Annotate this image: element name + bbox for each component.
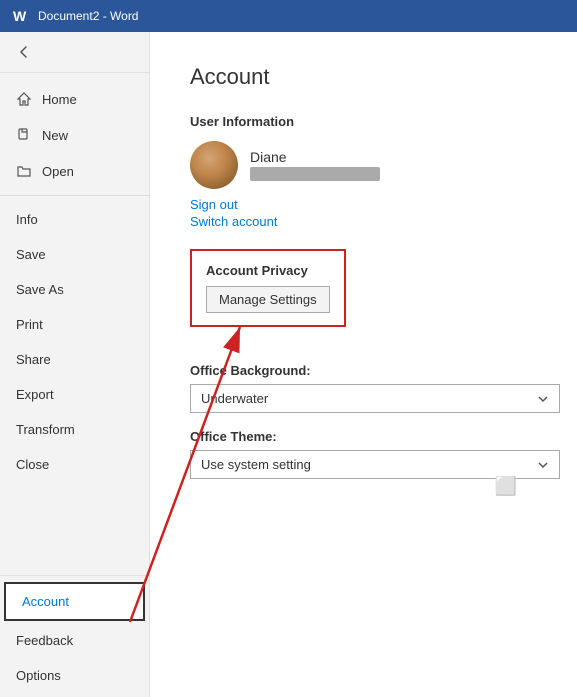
sidebar-item-share[interactable]: Share bbox=[0, 342, 149, 377]
user-info-title: User Information bbox=[190, 114, 537, 129]
sidebar-item-info[interactable]: Info bbox=[0, 202, 149, 237]
export-label: Export bbox=[16, 387, 54, 402]
sidebar-item-options[interactable]: Options bbox=[0, 658, 149, 693]
back-arrow-icon bbox=[16, 44, 32, 60]
new-icon bbox=[16, 127, 32, 143]
open-icon bbox=[16, 163, 32, 179]
sidebar-item-transform[interactable]: Transform bbox=[0, 412, 149, 447]
sidebar-item-feedback[interactable]: Feedback bbox=[0, 623, 149, 658]
account-privacy-box: Account Privacy Manage Settings bbox=[190, 249, 346, 327]
info-label: Info bbox=[16, 212, 38, 227]
office-theme-dropdown[interactable]: Use system setting bbox=[190, 450, 560, 479]
avatar-image bbox=[190, 141, 238, 189]
word-logo-icon: W bbox=[10, 6, 30, 26]
close-label: Close bbox=[16, 457, 49, 472]
user-email-bar bbox=[250, 167, 380, 181]
office-theme-value: Use system setting bbox=[201, 457, 311, 472]
manage-settings-button[interactable]: Manage Settings bbox=[206, 286, 330, 313]
switch-account-link[interactable]: Switch account bbox=[190, 214, 537, 229]
avatar bbox=[190, 141, 238, 189]
user-row: Diane bbox=[190, 141, 537, 189]
user-info-section: User Information Diane Sign out Switch a… bbox=[190, 114, 537, 229]
titlebar-title: Document2 - Word bbox=[38, 9, 138, 23]
transform-label: Transform bbox=[16, 422, 75, 437]
home-label: Home bbox=[42, 92, 77, 107]
print-label: Print bbox=[16, 317, 43, 332]
sidebar: Home New Open bbox=[0, 32, 150, 697]
sidebar-bottom: Account Feedback Options bbox=[0, 575, 149, 697]
save-as-label: Save As bbox=[16, 282, 64, 297]
sidebar-item-save[interactable]: Save bbox=[0, 237, 149, 272]
privacy-title: Account Privacy bbox=[206, 263, 330, 278]
back-button[interactable] bbox=[0, 32, 149, 73]
home-icon bbox=[16, 91, 32, 107]
sidebar-item-home[interactable]: Home bbox=[0, 81, 149, 117]
sidebar-item-print[interactable]: Print bbox=[0, 307, 149, 342]
svg-text:W: W bbox=[13, 8, 27, 24]
feedback-label: Feedback bbox=[16, 633, 73, 648]
share-label: Share bbox=[16, 352, 51, 367]
sidebar-item-save-as[interactable]: Save As bbox=[0, 272, 149, 307]
sidebar-item-open[interactable]: Open bbox=[0, 153, 149, 189]
save-label: Save bbox=[16, 247, 46, 262]
sidebar-item-close[interactable]: Close bbox=[0, 447, 149, 482]
open-label: Open bbox=[42, 164, 74, 179]
titlebar: W Document2 - Word bbox=[0, 0, 577, 32]
dropdown-chevron-icon bbox=[537, 393, 549, 405]
dropdown-chevron-2-icon bbox=[537, 459, 549, 471]
user-name-section: Diane bbox=[250, 149, 380, 181]
sidebar-item-new[interactable]: New bbox=[0, 117, 149, 153]
sidebar-nav: Home New Open bbox=[0, 73, 149, 575]
office-theme-label: Office Theme: bbox=[190, 429, 537, 444]
sidebar-item-account[interactable]: Account bbox=[4, 582, 145, 621]
office-background-label: Office Background: bbox=[190, 363, 537, 378]
office-background-value: Underwater bbox=[201, 391, 268, 406]
new-label: New bbox=[42, 128, 68, 143]
options-label: Options bbox=[16, 668, 61, 683]
sidebar-item-export[interactable]: Export bbox=[0, 377, 149, 412]
sign-out-link[interactable]: Sign out bbox=[190, 197, 537, 212]
user-name: Diane bbox=[250, 149, 380, 165]
account-label: Account bbox=[22, 594, 69, 609]
page-title: Account bbox=[190, 64, 537, 90]
office-background-dropdown[interactable]: Underwater bbox=[190, 384, 560, 413]
content-area: Account User Information Diane Sign out … bbox=[150, 32, 577, 697]
